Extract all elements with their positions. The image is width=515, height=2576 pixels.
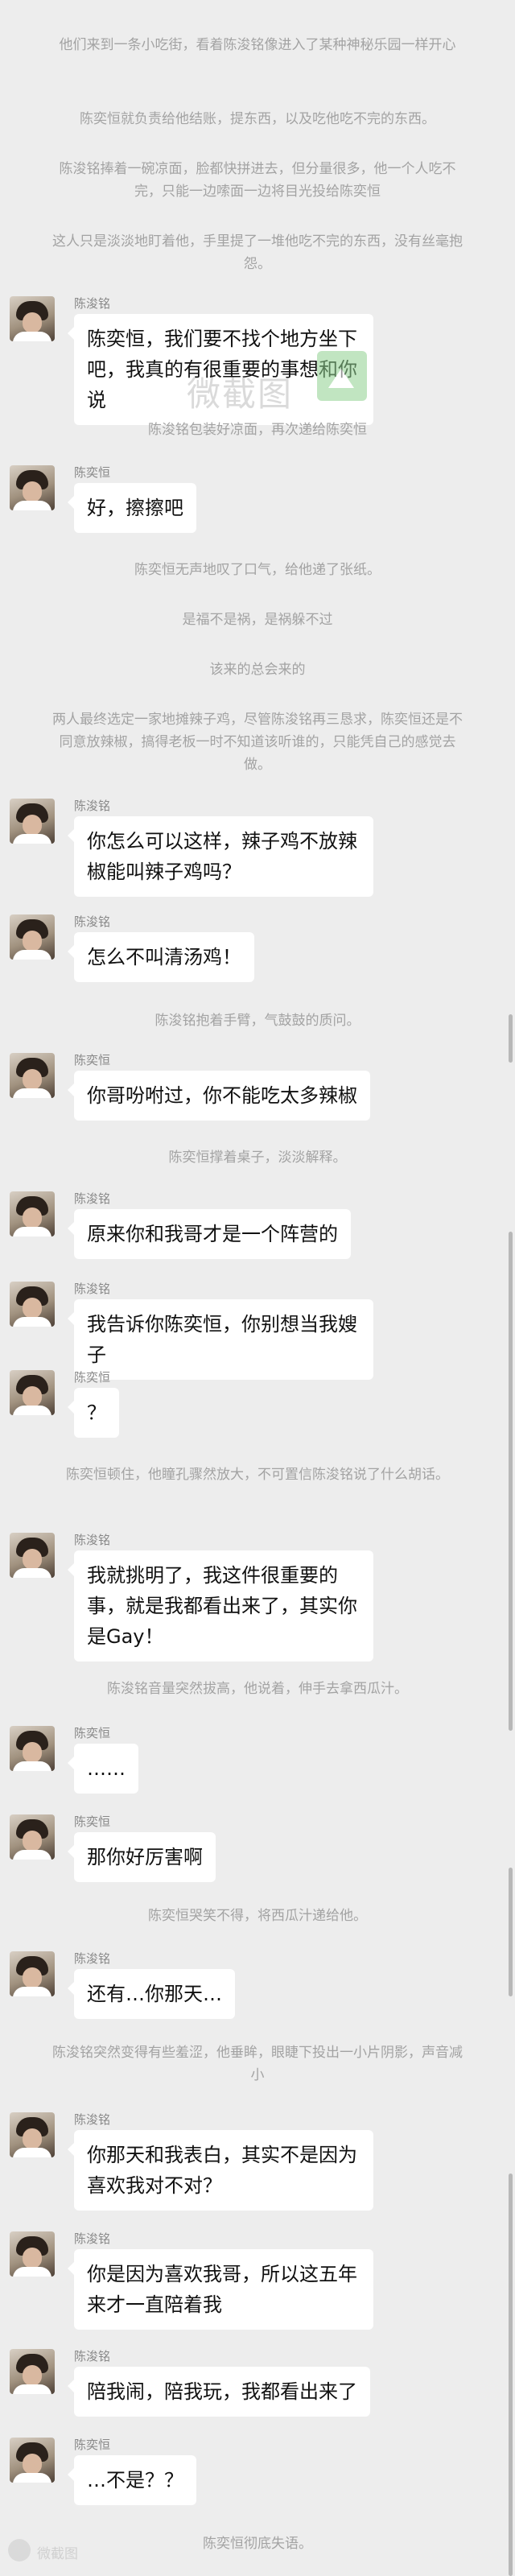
- image-icon: [317, 351, 367, 401]
- narration-text: 该来的总会来的: [209, 662, 306, 678]
- sender-name: 陈奕恒: [74, 2438, 111, 2452]
- message-row: 陈浚铭 怎么不叫清汤鸡！: [10, 914, 515, 982]
- avatar-icon[interactable]: [10, 1726, 55, 1771]
- message-bubble[interactable]: 还有…你那天…: [68, 1969, 235, 2019]
- watermark: 微截图: [183, 320, 369, 441]
- avatar-icon[interactable]: [10, 1282, 55, 1327]
- narration-text: 陈浚铭捧着一碗凉面，脸都快拼进去，但分量很多，他一个人吃不完，只能一边嗦面一边将…: [59, 161, 456, 200]
- sender-name: 陈浚铭: [74, 914, 111, 929]
- sender-name: 陈浚铭: [74, 1191, 111, 1206]
- avatar-icon[interactable]: [10, 465, 55, 510]
- sender-name: 陈奕恒: [74, 1370, 111, 1385]
- avatar-icon[interactable]: [10, 296, 55, 341]
- avatar-icon[interactable]: [10, 2231, 55, 2277]
- narration-text: 是福不是祸，是祸躲不过: [182, 612, 333, 628]
- message-bubble[interactable]: 怎么不叫清汤鸡！: [68, 932, 254, 982]
- narration-text: 陈奕恒撑着桌子，淡淡解释。: [168, 1150, 347, 1166]
- message-bubble[interactable]: 你怎么可以这样，辣子鸡不放辣椒能叫辣子鸡吗？: [68, 816, 373, 897]
- message-row: 陈浚铭 陈奕恒，我们要不找个地方坐下吧，我真的有很重要的事想和你说: [10, 296, 515, 425]
- message-bubble[interactable]: 你哥吩咐过，你不能吃太多辣椒: [68, 1071, 370, 1121]
- narration-text: 陈奕恒就负责给他结账，提东西，以及吃他吃不完的东西。: [80, 111, 435, 127]
- avatar-icon[interactable]: [10, 2438, 55, 2483]
- message-row: 陈浚铭 我就挑明了，我这件很重要的事，就是我都看出来了，其实你是Gay！: [10, 1533, 515, 1662]
- watermark: 微截图: [8, 2536, 137, 2568]
- sender-name: 陈浚铭: [74, 1282, 111, 1296]
- message-row: 陈奕恒 好，擦擦吧: [10, 465, 515, 533]
- sender-name: 陈奕恒: [74, 1814, 111, 1829]
- avatar-icon[interactable]: [10, 1370, 55, 1415]
- watermark-text: 微截图: [37, 2546, 78, 2562]
- message-row: 陈奕恒 ……: [10, 1726, 515, 1794]
- narration-text: 陈奕恒顿住，他瞳孔骤然放大，不可置信陈浚铭说了什么胡话。: [66, 1467, 449, 1483]
- message-row: 陈浚铭 你是因为喜欢我哥，所以这五年来才一直陪着我: [10, 2231, 515, 2330]
- avatar-icon[interactable]: [10, 1533, 55, 1578]
- sender-name: 陈奕恒: [74, 1726, 111, 1740]
- sender-name: 陈浚铭: [74, 296, 111, 311]
- sender-name: 陈浚铭: [74, 2231, 111, 2246]
- sender-name: 陈浚铭: [74, 1533, 111, 1547]
- narration-text: 两人最终选定一家地摊辣子鸡，尽管陈浚铭再三恳求，陈奕恒还是不同意放辣椒，搞得老板…: [52, 712, 463, 773]
- avatar-icon[interactable]: [10, 2112, 55, 2157]
- narration-text: 陈浚铭突然变得有些羞涩，他垂眸，眼睫下投出一小片阴影，声音减小: [52, 2045, 463, 2083]
- sender-name: 陈浚铭: [74, 799, 111, 813]
- sender-name: 陈奕恒: [74, 465, 111, 480]
- avatar-icon[interactable]: [10, 1814, 55, 1860]
- sender-name: 陈浚铭: [74, 2349, 111, 2363]
- narration-text: 陈奕恒哭笑不得，将西瓜汁递给他。: [148, 1908, 367, 1924]
- message-bubble[interactable]: 你那天和我表白，其实不是因为喜欢我对不对？: [68, 2130, 373, 2211]
- narration-text: 陈浚铭音量突然拔高，他说着，伸手去拿西瓜汁。: [107, 1681, 408, 1697]
- message-bubble[interactable]: 那你好厉害啊: [68, 1832, 216, 1882]
- message-bubble[interactable]: 陪我闹，陪我玩，我都看出来了: [68, 2367, 370, 2417]
- avatar-icon[interactable]: [10, 1951, 55, 1996]
- chat-area: 他们来到一条小吃街，看着陈浚铭像进入了某种神秘乐园一样开心 陈奕恒就负责给他结账…: [0, 0, 515, 2576]
- message-row: 陈浚铭 原来你和我哥才是一个阵营的: [10, 1191, 515, 1259]
- sender-name: 陈浚铭: [74, 1951, 111, 1966]
- message-row: 陈浚铭 陪我闹，陪我玩，我都看出来了: [10, 2349, 515, 2417]
- narration-text: 这人只是淡淡地盯着他，手里提了一堆他吃不完的东西，没有丝毫抱怨。: [52, 233, 463, 272]
- avatar-icon[interactable]: [10, 1053, 55, 1098]
- avatar-icon[interactable]: [10, 914, 55, 960]
- message-bubble[interactable]: ？: [68, 1388, 119, 1438]
- sender-name: 陈奕恒: [74, 1053, 111, 1067]
- scrollbar-thumb[interactable]: [509, 2174, 513, 2576]
- message-bubble[interactable]: 我告诉你陈奕恒，你别想当我嫂子: [68, 1299, 373, 1380]
- message-row: 陈奕恒 ？: [10, 1370, 515, 1438]
- avatar-icon[interactable]: [10, 2349, 55, 2394]
- sender-name: 陈浚铭: [74, 2112, 111, 2127]
- message-bubble[interactable]: …不是？？: [68, 2455, 196, 2505]
- message-row: 陈浚铭 你那天和我表白，其实不是因为喜欢我对不对？: [10, 2112, 515, 2211]
- message-bubble[interactable]: 原来你和我哥才是一个阵营的: [68, 1209, 351, 1259]
- message-bubble[interactable]: 好，擦擦吧: [68, 483, 196, 533]
- narration-text: 他们来到一条小吃街，看着陈浚铭像进入了某种神秘乐园一样开心: [59, 37, 456, 53]
- scrollbar-thumb[interactable]: [509, 1232, 513, 1731]
- message-bubble[interactable]: 你是因为喜欢我哥，所以这五年来才一直陪着我: [68, 2249, 373, 2330]
- camera-icon: [8, 2539, 31, 2562]
- message-bubble[interactable]: 我就挑明了，我这件很重要的事，就是我都看出来了，其实你是Gay！: [68, 1550, 373, 1662]
- narration-text: 陈奕恒无声地叹了口气，给他递了张纸。: [134, 562, 381, 578]
- message-row: 陈奕恒 那你好厉害啊: [10, 1814, 515, 1882]
- narration-text: 陈浚铭抱着手臂，气鼓鼓的质问。: [154, 1013, 360, 1029]
- avatar-icon[interactable]: [10, 799, 55, 844]
- message-row: 陈浚铭 还有…你那天…: [10, 1951, 515, 2019]
- scrollbar-thumb[interactable]: [509, 1014, 513, 1063]
- scrollbar-thumb[interactable]: [509, 1868, 513, 1996]
- watermark-text: 微截图: [187, 374, 294, 414]
- message-bubble[interactable]: ……: [68, 1744, 138, 1794]
- avatar-icon[interactable]: [10, 1191, 55, 1236]
- message-row: 陈奕恒 你哥吩咐过，你不能吃太多辣椒: [10, 1053, 515, 1121]
